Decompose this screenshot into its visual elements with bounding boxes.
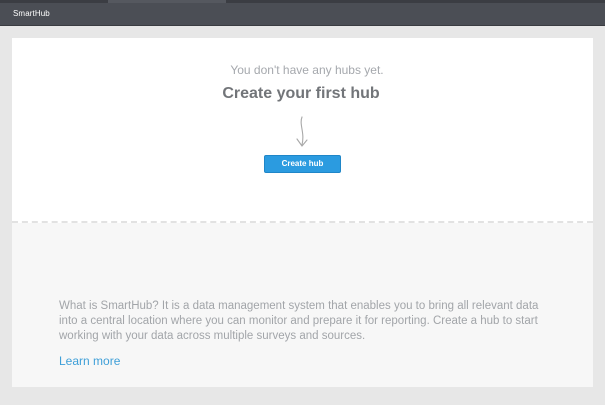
smarthub-description: What is SmartHub? It is a data managemen… — [59, 300, 539, 342]
empty-state-heading: Create your first hub — [222, 85, 380, 102]
tab-strip-highlight — [108, 0, 226, 3]
empty-state-section: You don't have any hubs yet. Create your… — [12, 38, 593, 221]
empty-state-subtitle: You don't have any hubs yet. — [230, 63, 384, 77]
tab-strip — [0, 0, 605, 3]
info-section: What is SmartHub? It is a data managemen… — [12, 223, 593, 387]
learn-more-link[interactable]: Learn more — [59, 354, 120, 368]
app-title: SmartHub — [13, 9, 50, 18]
top-bar: SmartHub — [0, 0, 605, 26]
create-hub-button[interactable]: Create hub — [264, 155, 341, 173]
main-panel: You don't have any hubs yet. Create your… — [12, 38, 593, 387]
arrow-down-icon — [296, 116, 308, 147]
